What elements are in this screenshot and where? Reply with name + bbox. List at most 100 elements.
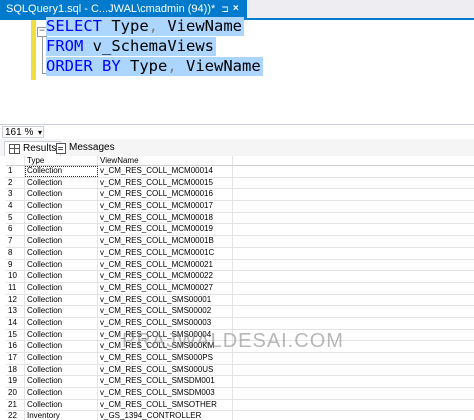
table-row[interactable]: 4 Collection v_CM_RES_COLL_MCM00017 bbox=[6, 201, 474, 213]
viewname-cell[interactable]: v_CM_RES_COLL_MCM00017 bbox=[98, 201, 233, 212]
close-icon[interactable]: × bbox=[233, 0, 239, 18]
viewname-cell[interactable]: v_CM_RES_COLL_SMSDM001 bbox=[98, 376, 233, 388]
table-row[interactable]: 2 Collection v_CM_RES_COLL_MCM00015 bbox=[6, 177, 474, 190]
column-header-type[interactable]: Type bbox=[25, 156, 98, 165]
type-cell[interactable]: Collection bbox=[25, 329, 98, 341]
table-row[interactable]: 14 Collection v_CM_RES_COLL_SMS00003 bbox=[6, 317, 474, 330]
type-cell[interactable]: Collection bbox=[25, 166, 98, 177]
sql-keyword: FROM bbox=[46, 37, 93, 55]
type-cell[interactable]: Collection bbox=[25, 294, 98, 306]
type-cell[interactable]: Collection bbox=[25, 317, 98, 329]
row-number-cell[interactable]: 16 bbox=[6, 341, 25, 352]
row-number-cell[interactable]: 5 bbox=[6, 212, 25, 224]
chevron-down-icon: ▾ bbox=[37, 128, 42, 137]
type-cell[interactable]: Collection bbox=[25, 341, 98, 352]
type-cell[interactable]: Collection bbox=[25, 376, 98, 388]
table-row[interactable]: 5 Collection v_CM_RES_COLL_MCM00018 bbox=[6, 212, 474, 225]
viewname-cell[interactable]: v_CM_RES_COLL_MCM00018 bbox=[98, 212, 233, 224]
row-number-cell[interactable]: 2 bbox=[6, 177, 25, 189]
results-grid[interactable]: Type ViewName 1 Collection v_CM_RES_COLL_MCM… bbox=[6, 156, 474, 420]
row-number-cell[interactable]: 20 bbox=[6, 388, 25, 399]
sql-identifier: Type bbox=[130, 57, 168, 75]
table-row[interactable]: 7 Collection v_CM_RES_COLL_MCM0001B bbox=[6, 236, 474, 248]
viewname-cell[interactable]: v_CM_RES_COLL_SMSOTHER bbox=[98, 399, 233, 411]
type-cell[interactable]: Collection bbox=[25, 282, 98, 294]
type-cell[interactable]: Collection bbox=[25, 224, 98, 236]
viewname-cell[interactable]: v_CM_RES_COLL_MCM00027 bbox=[98, 282, 233, 294]
table-row[interactable]: 17 Collection v_CM_RES_COLL_SMS000PS bbox=[6, 353, 474, 365]
table-row[interactable]: 6 Collection v_CM_RES_COLL_MCM00019 bbox=[6, 224, 474, 237]
row-number-cell[interactable]: 21 bbox=[6, 399, 25, 411]
zoom-level-dropdown[interactable]: 161 % ▾ bbox=[2, 126, 44, 138]
query-editor-pane[interactable]: SQLQuery1.sql - C...JWAL\cmadmin (94))* … bbox=[0, 0, 474, 124]
viewname-cell[interactable]: v_CM_RES_COLL_MCM00022 bbox=[98, 271, 233, 282]
row-number-cell[interactable]: 12 bbox=[6, 294, 25, 306]
viewname-cell[interactable]: v_CM_RES_COLL_SMS00003 bbox=[98, 317, 233, 329]
table-row[interactable]: 1 Collection v_CM_RES_COLL_MCM00014 bbox=[6, 166, 474, 178]
type-cell[interactable]: Inventory bbox=[25, 411, 98, 420]
viewname-cell[interactable]: v_CM_RES_COLL_MCM00019 bbox=[98, 224, 233, 236]
viewname-cell[interactable]: v_CM_RES_COLL_MCM0001B bbox=[98, 236, 233, 247]
table-row[interactable]: 12 Collection v_CM_RES_COLL_SMS00001 bbox=[6, 294, 474, 307]
type-cell[interactable]: Collection bbox=[25, 388, 98, 399]
row-number-cell[interactable]: 18 bbox=[6, 364, 25, 376]
row-number-cell[interactable]: 3 bbox=[6, 189, 25, 201]
table-row[interactable]: 20 Collection v_CM_RES_COLL_SMSDM003 bbox=[6, 388, 474, 400]
row-number-cell[interactable]: 14 bbox=[6, 317, 25, 329]
viewname-cell[interactable]: v_CM_RES_COLL_MCM0001C bbox=[98, 247, 233, 259]
tab-messages[interactable]: Messages bbox=[52, 141, 119, 155]
pin-icon[interactable]: ⊐ bbox=[221, 0, 229, 18]
type-cell[interactable]: Collection bbox=[25, 189, 98, 201]
type-cell[interactable]: Collection bbox=[25, 353, 98, 364]
column-header-viewname[interactable]: ViewName bbox=[98, 156, 233, 165]
viewname-cell[interactable]: v_CM_RES_COLL_SMSDM003 bbox=[98, 388, 233, 399]
table-row[interactable]: 3 Collection v_CM_RES_COLL_MCM00016 bbox=[6, 189, 474, 202]
row-number-cell[interactable]: 4 bbox=[6, 201, 25, 212]
row-number-cell[interactable]: 22 bbox=[6, 411, 25, 420]
type-cell[interactable]: Collection bbox=[25, 201, 98, 212]
row-number-cell[interactable]: 6 bbox=[6, 224, 25, 236]
row-number-header[interactable] bbox=[6, 156, 25, 165]
table-row[interactable]: 21 Collection v_CM_RES_COLL_SMSOTHER bbox=[6, 399, 474, 412]
type-cell[interactable]: Collection bbox=[25, 364, 98, 376]
type-cell[interactable]: Collection bbox=[25, 399, 98, 411]
table-row[interactable]: 9 Collection v_CM_RES_COLL_MCM00021 bbox=[6, 259, 474, 272]
type-cell[interactable]: Collection bbox=[25, 177, 98, 189]
viewname-cell[interactable]: v_GS_1394_CONTROLLER bbox=[98, 411, 233, 420]
code-line[interactable]: SELECT Type, ViewName bbox=[46, 17, 244, 36]
row-number-cell[interactable]: 1 bbox=[6, 166, 25, 177]
table-row[interactable]: 8 Collection v_CM_RES_COLL_MCM0001C bbox=[6, 247, 474, 260]
viewname-cell[interactable]: v_CM_RES_COLL_SMS000PS bbox=[98, 353, 233, 364]
table-row[interactable]: 18 Collection v_CM_RES_COLL_SMS000US bbox=[6, 364, 474, 377]
type-cell[interactable]: Collection bbox=[25, 306, 98, 317]
viewname-cell[interactable]: v_CM_RES_COLL_SMS000US bbox=[98, 364, 233, 376]
row-number-cell[interactable]: 8 bbox=[6, 247, 25, 259]
row-number-cell[interactable]: 9 bbox=[6, 259, 25, 271]
row-number-cell[interactable]: 19 bbox=[6, 376, 25, 388]
table-row[interactable]: 22 Inventory v_GS_1394_CONTROLLER bbox=[6, 411, 474, 420]
row-number-cell[interactable]: 7 bbox=[6, 236, 25, 247]
row-number-cell[interactable]: 13 bbox=[6, 306, 25, 317]
table-row[interactable]: 19 Collection v_CM_RES_COLL_SMSDM001 bbox=[6, 376, 474, 389]
row-number-cell[interactable]: 10 bbox=[6, 271, 25, 282]
type-cell[interactable]: Collection bbox=[25, 236, 98, 247]
table-row[interactable]: 11 Collection v_CM_RES_COLL_MCM00027 bbox=[6, 282, 474, 295]
row-number-cell[interactable]: 11 bbox=[6, 282, 25, 294]
code-line[interactable]: ORDER BY Type, ViewName bbox=[46, 57, 263, 76]
type-cell[interactable]: Collection bbox=[25, 259, 98, 271]
table-row[interactable]: 10 Collection v_CM_RES_COLL_MCM00022 bbox=[6, 271, 474, 283]
viewname-cell[interactable]: v_CM_RES_COLL_MCM00021 bbox=[98, 259, 233, 271]
viewname-cell[interactable]: v_CM_RES_COLL_MCM00014 bbox=[98, 166, 233, 177]
row-number-cell[interactable]: 15 bbox=[6, 329, 25, 341]
viewname-cell[interactable]: v_CM_RES_COLL_MCM00016 bbox=[98, 189, 233, 201]
viewname-cell[interactable]: v_CM_RES_COLL_SMS00002 bbox=[98, 306, 233, 317]
code-line[interactable]: FROM v_SchemaViews bbox=[46, 37, 216, 56]
viewname-cell[interactable]: v_CM_RES_COLL_SMS00001 bbox=[98, 294, 233, 306]
row-number-cell[interactable]: 17 bbox=[6, 353, 25, 364]
type-cell[interactable]: Collection bbox=[25, 212, 98, 224]
type-cell[interactable]: Collection bbox=[25, 247, 98, 259]
document-tab-sqlquery1[interactable]: SQLQuery1.sql - C...JWAL\cmadmin (94))* … bbox=[0, 0, 247, 18]
viewname-cell[interactable]: v_CM_RES_COLL_MCM00015 bbox=[98, 177, 233, 189]
table-row[interactable]: 13 Collection v_CM_RES_COLL_SMS00002 bbox=[6, 306, 474, 318]
type-cell[interactable]: Collection bbox=[25, 271, 98, 282]
